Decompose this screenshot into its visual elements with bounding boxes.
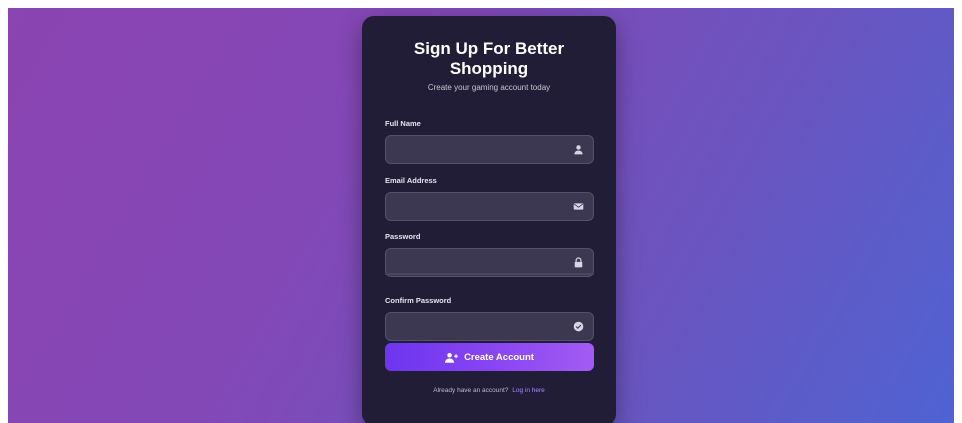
page-background: Sign Up For Better Shopping Create your … bbox=[8, 8, 954, 423]
full-name-input[interactable] bbox=[386, 136, 593, 163]
confirm-password-input[interactable] bbox=[386, 313, 593, 340]
password-group: Password bbox=[385, 232, 594, 277]
email-group: Email Address bbox=[385, 176, 594, 221]
lock-icon bbox=[574, 257, 583, 268]
envelope-icon bbox=[573, 203, 584, 210]
email-label: Email Address bbox=[385, 176, 437, 185]
signup-card: Sign Up For Better Shopping Create your … bbox=[362, 16, 616, 423]
confirm-password-label: Confirm Password bbox=[385, 296, 452, 305]
password-label: Password bbox=[385, 232, 421, 241]
login-link[interactable]: Log in here bbox=[512, 387, 545, 394]
create-account-label: Create Account bbox=[464, 351, 534, 363]
confirm-password-group: Confirm Password bbox=[385, 296, 594, 341]
check-circle-icon bbox=[573, 321, 584, 332]
email-wrapper bbox=[385, 192, 594, 221]
login-prompt-text: Already have an account? bbox=[433, 387, 509, 394]
page-title: Sign Up For Better Shopping bbox=[413, 39, 565, 78]
confirm-password-wrapper bbox=[385, 312, 594, 341]
full-name-wrapper bbox=[385, 135, 594, 164]
full-name-label: Full Name bbox=[385, 119, 421, 128]
page-subtitle: Create your gaming account today bbox=[427, 83, 551, 92]
full-name-group: Full Name bbox=[385, 119, 594, 164]
user-plus-icon bbox=[445, 352, 459, 363]
password-input[interactable] bbox=[386, 249, 593, 276]
create-account-button[interactable]: Create Account bbox=[385, 343, 594, 371]
password-strength-bar bbox=[385, 273, 594, 275]
user-icon bbox=[574, 145, 583, 155]
email-input[interactable] bbox=[386, 193, 593, 220]
login-prompt: Already have an account? Log in here bbox=[362, 387, 616, 394]
